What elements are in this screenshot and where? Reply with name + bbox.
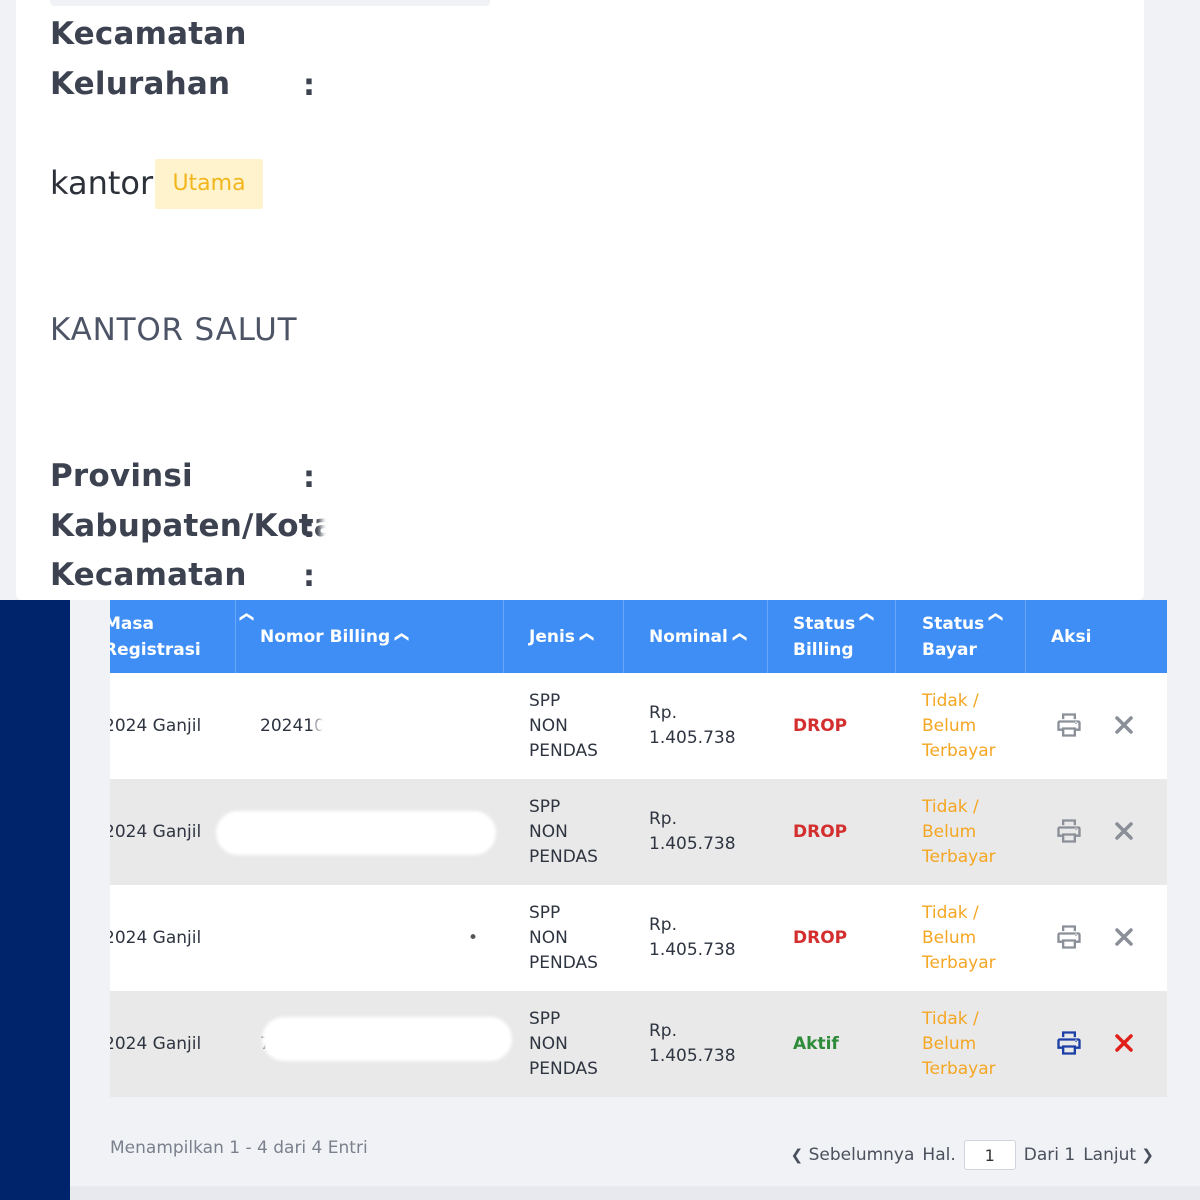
column-masa-registrasi[interactable]: Masa Registrasi ❮ <box>110 600 255 673</box>
redacted-value <box>326 62 626 108</box>
column-nominal[interactable]: Nominal ❮ <box>624 600 768 673</box>
close-x-icon <box>1115 822 1133 840</box>
office-info-card: Kecamatan Kelurahan : kantor Utama KANTO… <box>16 0 1144 600</box>
page-total: Dari 1 <box>1023 1145 1076 1165</box>
status-billing-cell: DROP <box>793 821 848 842</box>
redacted-value <box>316 300 1046 390</box>
page-label: Hal. <box>922 1145 956 1165</box>
printer-icon <box>1057 1031 1081 1055</box>
masa-cell: 2024 Ganjil <box>110 715 202 736</box>
kelurahan-label: Kelurahan <box>50 66 231 102</box>
bottom-strip <box>70 1186 1200 1200</box>
status-billing-cell: DROP <box>793 715 848 736</box>
sort-chevron-up-icon[interactable]: ❮ <box>727 631 753 643</box>
provinsi-colon: : <box>303 460 315 495</box>
printer-icon <box>1057 925 1081 949</box>
column-aksi: Aksi <box>1051 626 1092 647</box>
status-billing-cell: DROP <box>793 927 848 948</box>
jenis-cell: SPP NON PENDAS <box>529 902 598 973</box>
printer-icon <box>1057 819 1081 843</box>
print-button[interactable] <box>1055 817 1083 845</box>
column-jenis[interactable]: Jenis ❮ <box>504 600 624 673</box>
nominal-cell: Rp. 1.405.738 <box>649 1021 736 1066</box>
close-x-icon <box>1115 1034 1133 1052</box>
kabupaten-kota-label: Kabupaten/Kota <box>50 508 335 544</box>
sort-chevron-up-icon[interactable]: ❮ <box>574 631 600 643</box>
delete-button[interactable] <box>1110 1029 1138 1057</box>
redacted-value <box>216 811 496 855</box>
nominal-cell: Rp. 1.405.738 <box>649 915 736 960</box>
kabupaten-kota-colon: : <box>303 510 315 545</box>
table-row: 2024 Ganjil 202410 SPP NON PENDAS Rp. 1.405… <box>110 673 1167 779</box>
kecamatan-colon: : <box>303 559 315 594</box>
billing-table: Masa Registrasi ❮ Nomor Billing ❮ Jenis ❮… <box>110 600 1167 1097</box>
column-status-bayar[interactable]: Status Bayar ❮ <box>896 600 1026 673</box>
cropped-mark: • <box>468 927 479 948</box>
nominal-cell: Rp. 1.405.738 <box>649 703 736 748</box>
table-row: 2024 Ganjil • SPP NON PENDAS Rp. 1.405.738 … <box>110 885 1167 991</box>
print-button[interactable] <box>1055 923 1083 951</box>
close-x-icon <box>1115 928 1133 946</box>
masa-cell: 2024 Ganjil <box>110 821 202 842</box>
status-bayar-cell: Tidak / Belum Terbayar <box>922 902 996 973</box>
billing-section: Masa Registrasi ❮ Nomor Billing ❮ Jenis ❮… <box>70 600 1200 1188</box>
nominal-cell: Rp. 1.405.738 <box>649 809 736 854</box>
table-row: 2024 Ganjil SPP NON PENDAS Rp. 1.405.738 DR… <box>110 779 1167 885</box>
column-nomor-billing[interactable]: Nomor Billing ❮ <box>236 600 504 673</box>
pagination: ❮ Sebelumnya Hal. Dari 1 Lanjut ❯ <box>791 1140 1154 1170</box>
kecamatan-label: Kecamatan <box>50 16 247 52</box>
jenis-cell: SPP NON PENDAS <box>529 690 598 761</box>
status-billing-cell: Aktif <box>793 1033 839 1054</box>
table-header: Masa Registrasi ❮ Nomor Billing ❮ Jenis ❮… <box>110 600 1167 673</box>
redacted-value <box>321 420 591 600</box>
jenis-cell: SPP NON PENDAS <box>529 796 598 867</box>
redacted-value <box>315 717 485 733</box>
page-number-input[interactable] <box>963 1140 1016 1170</box>
jenis-cell: SPP NON PENDAS <box>529 1008 598 1079</box>
sort-chevron-up-icon[interactable]: ❮ <box>389 631 415 643</box>
kantor-label: kantor <box>50 164 154 202</box>
prev-page-link[interactable]: ❮ Sebelumnya <box>791 1145 915 1165</box>
kecamatan-label-2: Kecamatan <box>50 557 247 593</box>
delete-button[interactable] <box>1110 923 1138 951</box>
entries-info: Menampilkan 1 - 4 dari 4 Entri <box>110 1138 368 1158</box>
delete-button[interactable] <box>1110 711 1138 739</box>
status-bayar-cell: Tidak / Belum Terbayar <box>922 1008 996 1079</box>
chevron-right-icon: ❯ <box>1141 1146 1154 1164</box>
masa-cell: 2024 Ganjil <box>110 1033 202 1054</box>
redacted-value <box>262 1017 512 1061</box>
sidebar <box>0 600 70 1200</box>
delete-button[interactable] <box>1110 817 1138 845</box>
print-button[interactable] <box>1055 711 1083 739</box>
sort-chevron-up-icon[interactable]: ❮ <box>854 611 880 623</box>
redacted-value <box>36 258 856 298</box>
print-button[interactable] <box>1055 1029 1083 1057</box>
cropped-text-line <box>50 0 490 6</box>
printer-icon <box>1057 713 1081 737</box>
kantor-badge: Utama <box>155 159 263 209</box>
sort-chevron-up-icon[interactable]: ❮ <box>983 611 1009 623</box>
close-x-icon <box>1115 716 1133 734</box>
office-name: KANTOR SALUT <box>50 312 298 348</box>
status-bayar-cell: Tidak / Belum Terbayar <box>922 796 996 867</box>
next-page-link[interactable]: Lanjut ❯ <box>1083 1145 1154 1165</box>
provinsi-label: Provinsi <box>50 458 193 494</box>
redacted-value <box>36 358 416 398</box>
masa-cell: 2024 Ganjil <box>110 927 202 948</box>
column-status-billing[interactable]: Status Billing ❮ <box>768 600 896 673</box>
redacted-value <box>316 20 576 54</box>
status-bayar-cell: Tidak / Belum Terbayar <box>922 690 996 761</box>
kelurahan-colon: : <box>303 68 315 103</box>
chevron-left-icon: ❮ <box>790 1146 804 1164</box>
table-row: 2024 Ganjil 7 SPPNONPENDAS Rp.1.405.738 … <box>110 991 1167 1097</box>
